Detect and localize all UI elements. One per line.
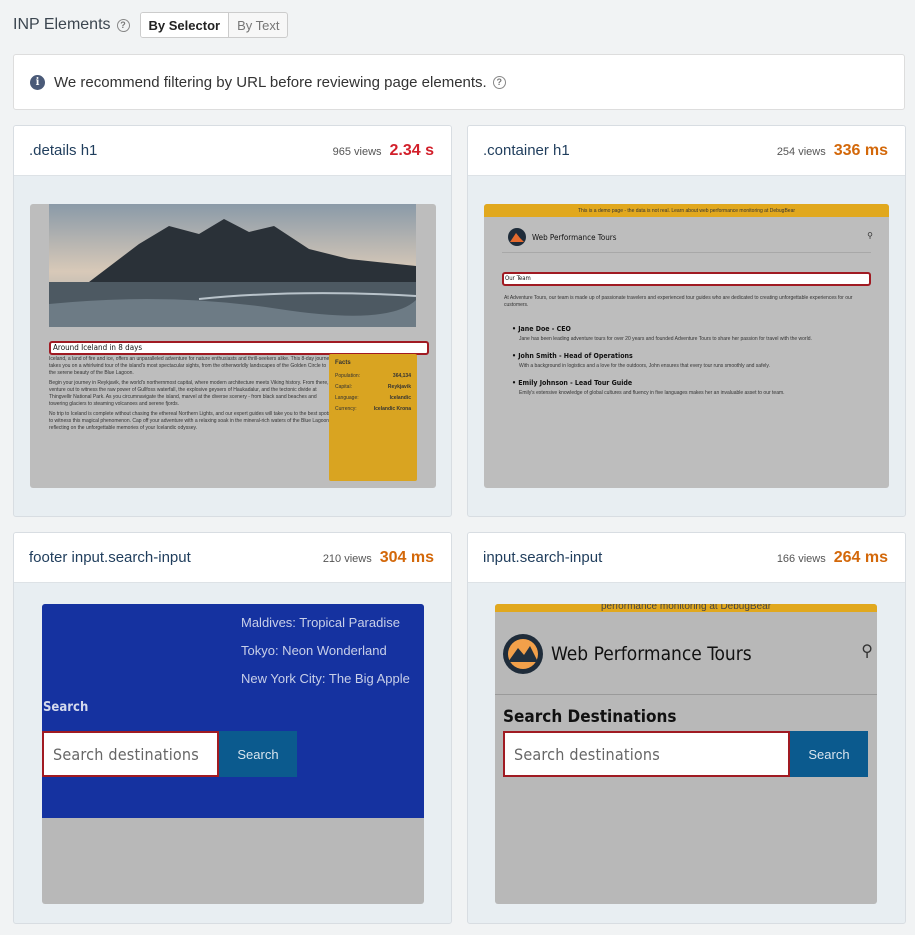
header: INP Elements ? By Selector By Text (13, 12, 289, 38)
notice-text: We recommend filtering by URL before rev… (54, 73, 487, 91)
fact-label: Currency: (335, 406, 357, 412)
element-selector[interactable]: .container h1 (483, 142, 570, 159)
footer-link[interactable]: Tokyo: Neon Wonderland (241, 637, 410, 665)
brand-name: Web Performance Tours (532, 232, 617, 242)
inp-time: 264 ms (833, 548, 888, 566)
fact-value: Icelandic (389, 395, 411, 401)
view-count: 166 views (776, 552, 826, 565)
view-count: 254 views (776, 145, 826, 158)
footer-area: Maldives: Tropical Paradise Tokyo: Neon W… (42, 604, 424, 818)
paragraph: Begin your journey in Reykjavik, the wor… (49, 380, 329, 407)
fact-label: Capital: (335, 384, 352, 390)
element-card[interactable]: footer input.search-input 210 views 304 m… (13, 532, 452, 924)
member-bio: Jane has been leading adventure tours fo… (519, 336, 812, 342)
team-intro: At Adventure Tours, our team is made up … (504, 295, 853, 308)
member-name: • John Smith - Head of Operations (512, 352, 633, 360)
logo-icon (503, 634, 543, 674)
logo-icon (508, 228, 526, 246)
landscape-image (49, 204, 416, 327)
fact-label: Population: (335, 373, 361, 379)
inp-time: 336 ms (833, 141, 888, 159)
view-count: 965 views (332, 145, 382, 158)
demo-banner: performance monitoring at DebugBear (495, 604, 877, 612)
footer-link[interactable]: New York City: The Big Apple (241, 665, 410, 693)
search-label: Search (43, 700, 89, 715)
paragraph: Iceland, a land of fire and ice, offers … (49, 356, 332, 376)
highlighted-heading: Around Iceland in 8 days (49, 341, 429, 355)
facts-box: Facts Population: 364,134 Capital: Reykjavi… (329, 354, 417, 481)
element-screenshot: Around Iceland in 8 days Iceland, a land… (30, 204, 436, 488)
help-icon[interactable]: ? (492, 75, 506, 89)
member-bio: With a background in logistics and a lov… (519, 363, 770, 369)
footer-link[interactable]: Maldives: Tropical Paradise (241, 609, 410, 637)
element-screenshot: This is a demo page - the data is not re… (484, 204, 889, 488)
element-selector[interactable]: .details h1 (29, 142, 97, 159)
fact-value: Icelandic Krona (373, 406, 411, 412)
team-member: • Jane Doe - CEO Jane has been leading ad… (512, 325, 862, 343)
tab-by-text[interactable]: By Text (229, 13, 287, 37)
info-icon: i (30, 74, 45, 90)
member-name: • Emily Johnson - Lead Tour Guide (512, 379, 633, 387)
element-selector[interactable]: footer input.search-input (29, 549, 191, 566)
tab-by-selector[interactable]: By Selector (140, 13, 230, 37)
view-toggle: By Selector By Text (139, 12, 289, 38)
search-input[interactable]: Search destinations (503, 731, 790, 777)
fact-value: Reykjavik (387, 384, 411, 390)
view-count: 210 views (322, 552, 372, 565)
help-icon[interactable]: ? (116, 18, 130, 32)
member-name: • Jane Doe - CEO (512, 325, 571, 333)
paragraph: No trip to Iceland is complete without c… (49, 411, 331, 431)
element-card[interactable]: .details h1 965 views 2.34 s Around Icela… (13, 125, 452, 517)
element-screenshot: performance monitoring at DebugBear Web … (495, 604, 877, 904)
section-heading: Search Destinations (503, 707, 677, 727)
search-input[interactable]: Search destinations (42, 731, 219, 777)
notice-banner: i We recommend filtering by URL before r… (13, 54, 905, 110)
brand-name: Web Performance Tours (551, 643, 752, 665)
fact-row: Population: 364,134 (335, 373, 411, 379)
element-card[interactable]: .container h1 254 views 336 ms This is a … (467, 125, 906, 517)
demo-banner: This is a demo page - the data is not re… (484, 204, 889, 217)
team-member: • Emily Johnson - Lead Tour Guide Emily's… (512, 379, 862, 397)
search-icon: ⚲ (867, 231, 873, 240)
fact-row: Currency: Icelandic Krona (335, 406, 411, 412)
highlighted-heading: Our Team (502, 272, 871, 286)
element-card[interactable]: input.search-input 166 views 264 ms perfo… (467, 532, 906, 924)
fact-value: 364,134 (392, 373, 411, 379)
inp-time: 2.34 s (389, 141, 434, 159)
element-selector[interactable]: input.search-input (483, 549, 602, 566)
page-title: INP Elements (13, 16, 111, 33)
member-bio: Emily's extensive knowledge of global cu… (519, 390, 785, 396)
team-member: • John Smith - Head of Operations With a … (512, 352, 862, 370)
search-button[interactable]: Search (219, 731, 297, 777)
fact-label: Language: (335, 395, 359, 401)
fact-row: Language: Icelandic (335, 395, 411, 401)
inp-time: 304 ms (379, 548, 434, 566)
search-icon[interactable]: ⚲ (861, 641, 873, 661)
search-button[interactable]: Search (790, 731, 868, 777)
element-screenshot: Maldives: Tropical Paradise Tokyo: Neon W… (42, 604, 424, 904)
fact-row: Capital: Reykjavik (335, 384, 411, 390)
